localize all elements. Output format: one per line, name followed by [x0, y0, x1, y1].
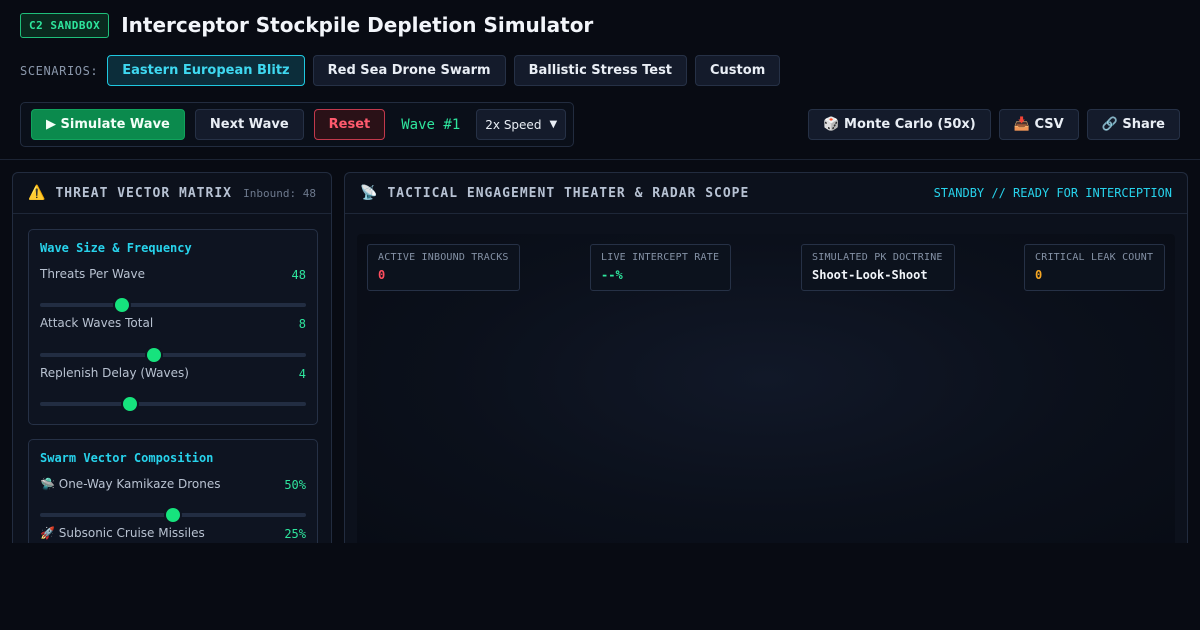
reset-button[interactable]: Reset	[313, 109, 386, 140]
slider-thumb[interactable]	[147, 348, 162, 362]
threats-per-wave-slider[interactable]	[40, 298, 306, 312]
stat-value: 0	[378, 268, 386, 282]
simulation-controls: ▶ Simulate Wave Next Wave Reset Wave #1 …	[20, 102, 574, 147]
radar-scope[interactable]: ACTIVE INBOUND TRACKS 0 LIVE INTERCEPT R…	[357, 234, 1175, 543]
monte-carlo-button[interactable]: 🎲 Monte Carlo (50x)	[808, 109, 991, 140]
export-actions: 🎲 Monte Carlo (50x) 📥 CSV 🔗 Share	[808, 109, 1180, 140]
csv-export-button[interactable]: 📥 CSV	[998, 109, 1079, 140]
critical-leak-count-stat: CRITICAL LEAK COUNT 0	[1024, 244, 1165, 291]
header-divider	[0, 159, 1200, 160]
scenario-bar: SCENARIOS: Eastern European Blitz Red Se…	[20, 55, 781, 86]
cruise-missiles-value: 25%	[284, 527, 306, 541]
theater-panel-header: 📡 TACTICAL ENGAGEMENT THEATER & RADAR SC…	[345, 173, 1187, 214]
theater-panel-title: TACTICAL ENGAGEMENT THEATER & RADAR SCOP…	[387, 185, 750, 201]
scenario-red-sea-drone-swarm[interactable]: Red Sea Drone Swarm	[312, 55, 506, 86]
slider-thumb[interactable]	[115, 298, 130, 312]
stat-label: CRITICAL LEAK COUNT	[1035, 252, 1154, 263]
simulate-wave-button[interactable]: ▶ Simulate Wave	[31, 109, 185, 140]
slider-thumb[interactable]	[166, 508, 180, 522]
stat-label: SIMULATED PK DOCTRINE	[812, 252, 943, 263]
tactical-theater-panel: 📡 TACTICAL ENGAGEMENT THEATER & RADAR SC…	[344, 172, 1188, 543]
simulated-pk-doctrine-stat: SIMULATED PK DOCTRINE Shoot-Look-Shoot	[801, 244, 955, 291]
kamikaze-drones-value: 50%	[284, 478, 306, 492]
stat-label: LIVE INTERCEPT RATE	[601, 252, 720, 263]
replenish-delay-label: Replenish Delay (Waves)	[40, 366, 189, 380]
stat-value: 0	[1035, 268, 1043, 282]
speed-select-value: 2x Speed	[485, 117, 542, 132]
kamikaze-drones-slider[interactable]	[40, 508, 306, 522]
slider-thumb[interactable]	[123, 397, 138, 411]
scenario-custom[interactable]: Custom	[695, 55, 781, 86]
swarm-card-title: Swarm Vector Composition	[40, 451, 214, 465]
attack-waves-value: 8	[298, 317, 306, 331]
stat-value: --%	[601, 268, 623, 282]
speed-select[interactable]: 2x Speed ▼	[476, 109, 567, 140]
scenario-ballistic-stress-test[interactable]: Ballistic Stress Test	[513, 55, 688, 86]
theater-status: STANDBY // READY FOR INTERCEPTION	[933, 186, 1172, 200]
scenario-eastern-european-blitz[interactable]: Eastern European Blitz	[107, 55, 305, 86]
stat-label: ACTIVE INBOUND TRACKS	[378, 252, 509, 263]
threat-panel-title: THREAT VECTOR MATRIX	[55, 185, 232, 201]
wave-card-title: Wave Size & Frequency	[40, 241, 192, 255]
threats-per-wave-value: 48	[291, 268, 306, 282]
attack-waves-slider[interactable]	[40, 348, 306, 362]
threat-vector-panel: ⚠️ THREAT VECTOR MATRIX Inbound: 48 Wave…	[12, 172, 332, 543]
scenarios-label: SCENARIOS:	[20, 63, 99, 78]
warning-icon: ⚠️	[28, 185, 46, 201]
threat-panel-header: ⚠️ THREAT VECTOR MATRIX Inbound: 48	[13, 173, 331, 214]
wave-counter: Wave #1	[401, 116, 461, 133]
wave-size-card: Wave Size & Frequency Threats Per Wave 4…	[28, 229, 318, 425]
stat-value: Shoot-Look-Shoot	[812, 268, 928, 282]
swarm-composition-card: Swarm Vector Composition 🛸 One-Way Kamik…	[28, 439, 318, 543]
satellite-dish-icon: 📡	[360, 185, 378, 201]
kamikaze-drones-label: 🛸 One-Way Kamikaze Drones	[40, 477, 221, 491]
share-button[interactable]: 🔗 Share	[1086, 109, 1180, 140]
app-header: C2 SANDBOX Interceptor Stockpile Depleti…	[20, 12, 593, 38]
attack-waves-label: Attack Waves Total	[40, 316, 154, 330]
sandbox-badge: C2 SANDBOX	[20, 12, 110, 38]
live-intercept-rate-stat: LIVE INTERCEPT RATE --%	[590, 244, 731, 291]
cruise-missiles-label: 🚀 Subsonic Cruise Missiles	[40, 526, 205, 540]
inbound-count: Inbound: 48	[243, 186, 316, 200]
threats-per-wave-label: Threats Per Wave	[40, 267, 145, 281]
next-wave-button[interactable]: Next Wave	[194, 109, 304, 140]
active-inbound-tracks-stat: ACTIVE INBOUND TRACKS 0	[367, 244, 520, 291]
replenish-delay-value: 4	[298, 367, 306, 381]
chevron-down-icon: ▼	[549, 119, 558, 130]
page-title: Interceptor Stockpile Depletion Simulato…	[121, 13, 594, 37]
replenish-delay-slider[interactable]	[40, 397, 306, 411]
